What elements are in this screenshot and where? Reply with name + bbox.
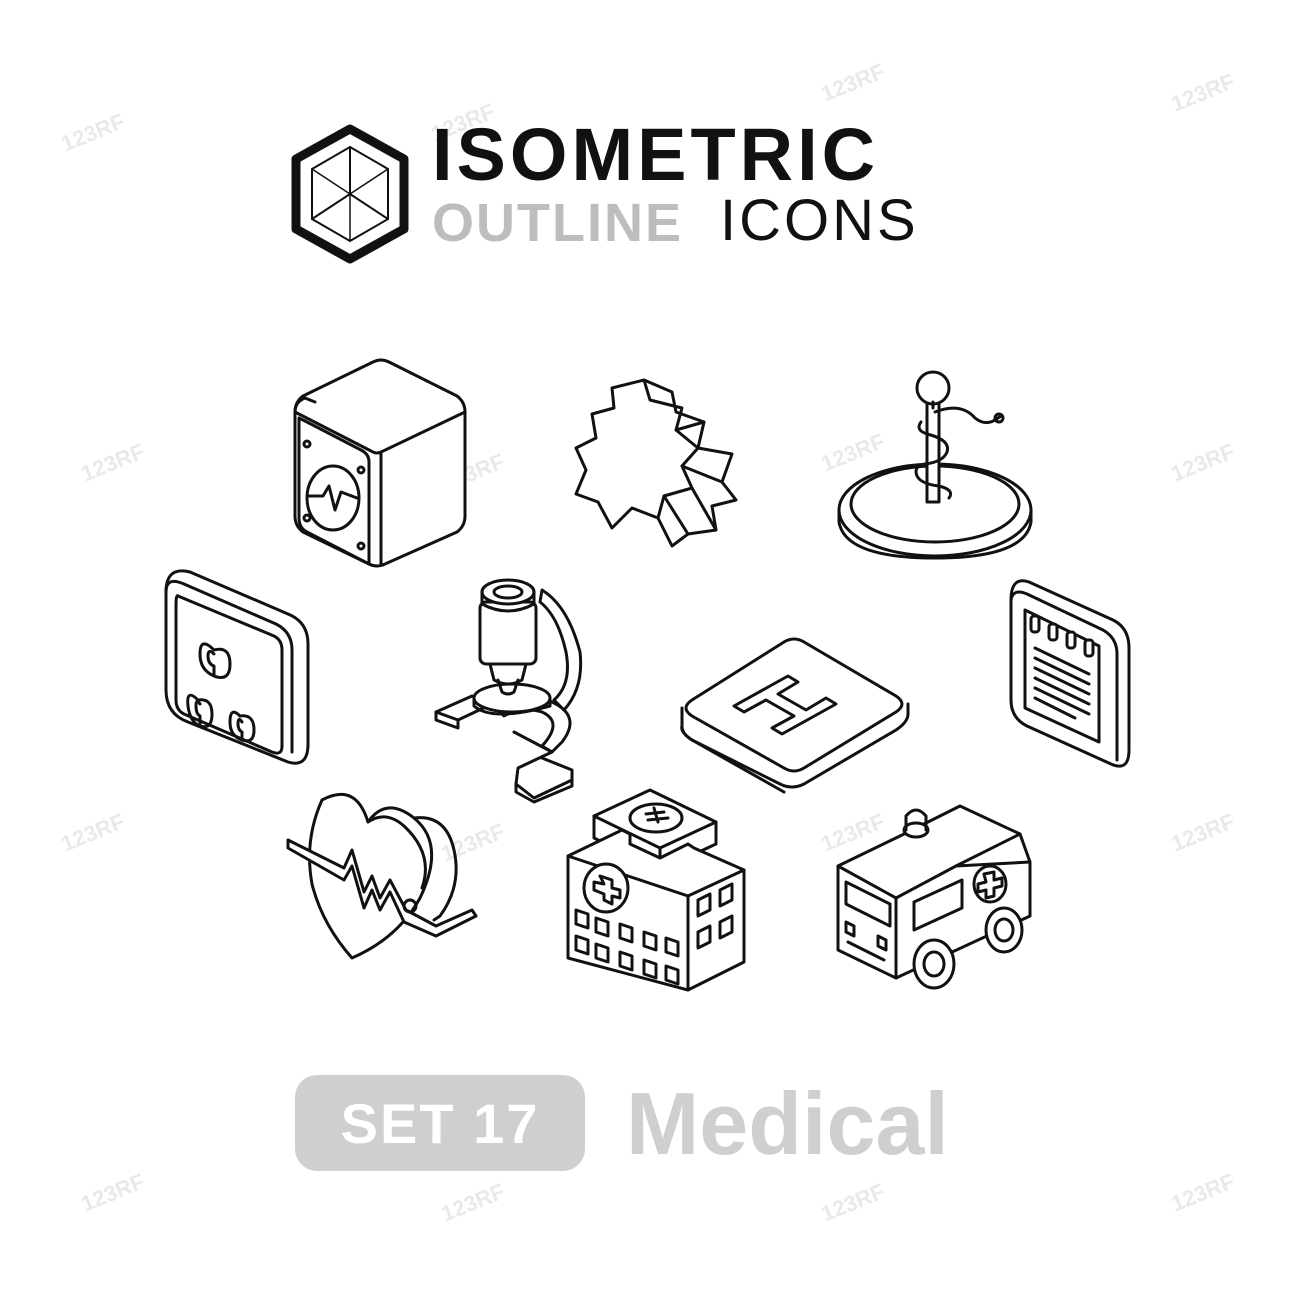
title-icons: ICONS <box>720 188 919 253</box>
watermark: 123RF <box>77 1168 149 1217</box>
cube-logo-icon <box>291 124 409 264</box>
watermark: 123RF <box>57 808 129 857</box>
set-badge: SET 17 <box>295 1075 585 1171</box>
title-isometric: ISOMETRIC <box>432 113 880 196</box>
helipad-icon <box>680 637 910 794</box>
hospital-building-icon <box>566 788 746 992</box>
watermark: 123RF <box>1167 1168 1239 1217</box>
watermark: 123RF <box>817 1178 889 1227</box>
title-outline: OUTLINE <box>432 193 683 253</box>
watermark: 123RF <box>1167 808 1239 857</box>
category-title: Medical <box>626 1074 949 1173</box>
watermark: 123RF <box>1167 438 1239 487</box>
notepad-tile-icon <box>1009 579 1131 768</box>
cardiogram-monitor-icon <box>293 358 467 568</box>
watermark: 123RF <box>817 58 889 107</box>
watermark: 123RF <box>77 438 149 487</box>
rod-of-asclepius-icon <box>837 370 1033 560</box>
pills-tile-icon <box>164 569 310 765</box>
set-label: SET 17 <box>340 1091 540 1155</box>
watermark: 123RF <box>1167 68 1239 117</box>
watermark: 123RF <box>437 1178 509 1227</box>
watermark: 123RF <box>57 108 129 157</box>
ambulance-icon <box>836 804 1032 990</box>
heart-pulse-icon <box>286 792 478 960</box>
star-of-life-cross-icon <box>574 378 738 548</box>
microscope-icon <box>434 578 583 804</box>
